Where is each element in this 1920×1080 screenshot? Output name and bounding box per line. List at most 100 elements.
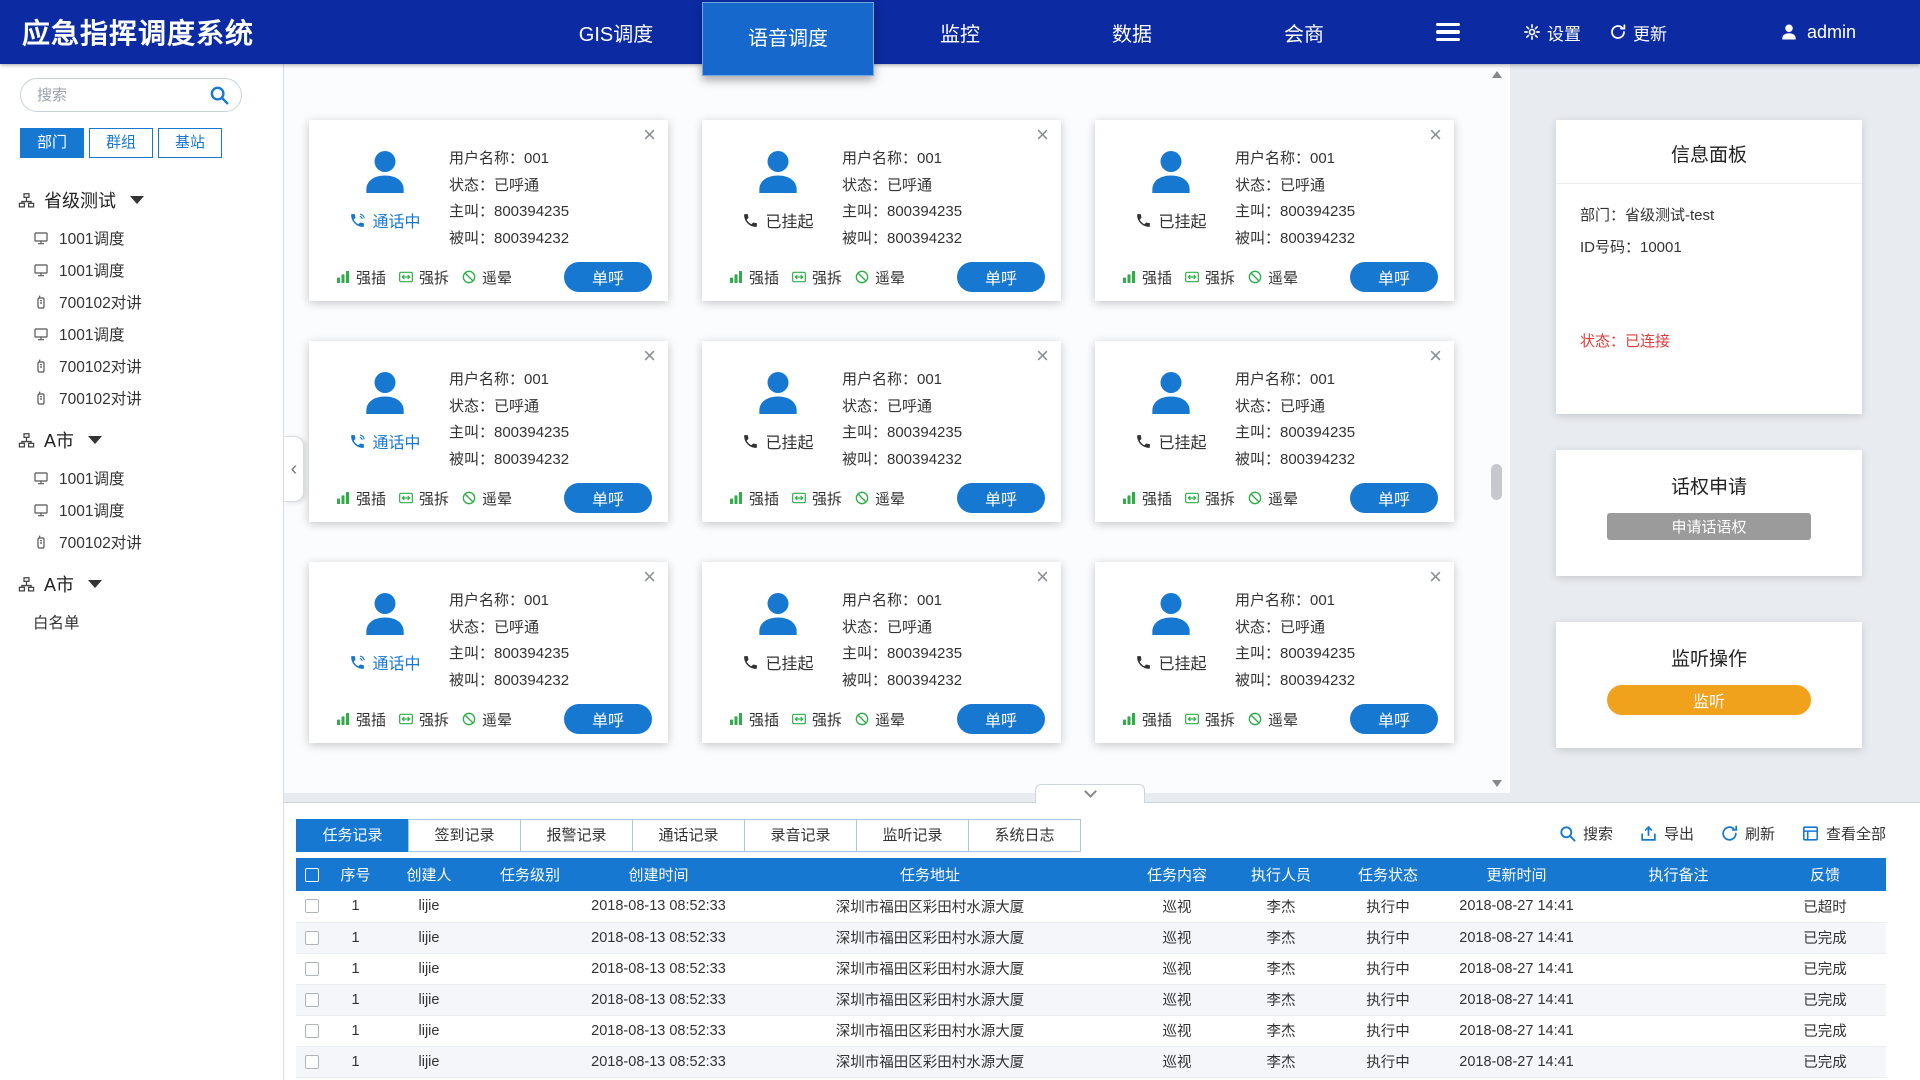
cell-feedback[interactable]: 已完成 (1764, 1015, 1886, 1046)
force-insert-button[interactable]: 强插 (728, 488, 779, 509)
nav-monitor[interactable]: 监控 (874, 18, 1046, 47)
tab-alarm-record[interactable]: 报警记录 (520, 819, 633, 852)
force-insert-button[interactable]: 强插 (335, 488, 386, 509)
cell-feedback[interactable]: 已完成 (1764, 984, 1886, 1015)
monitor-button[interactable]: 监听 (1607, 685, 1811, 715)
export-button[interactable]: 导出 (1639, 823, 1694, 844)
nav-voice[interactable]: 语音调度 (702, 2, 874, 76)
tree-item[interactable]: 1001调度 (0, 254, 283, 286)
single-call-button[interactable]: 单呼 (957, 483, 1045, 513)
tree-group-header[interactable]: A市 (0, 418, 283, 462)
row-checkbox[interactable] (305, 899, 319, 913)
force-insert-button[interactable]: 强插 (1121, 267, 1172, 288)
row-checkbox[interactable] (305, 1055, 319, 1069)
apply-talk-permission-button[interactable]: 申请话语权 (1607, 513, 1811, 540)
tab-recording-record[interactable]: 录音记录 (744, 819, 857, 852)
tab-station[interactable]: 基站 (158, 128, 222, 158)
search-button[interactable]: 搜索 (1558, 823, 1613, 844)
update-button[interactable]: 更新 (1609, 20, 1667, 45)
cell-feedback[interactable]: 已超时 (1764, 891, 1886, 922)
cell-feedback[interactable]: 已完成 (1764, 953, 1886, 984)
close-icon[interactable]: × (643, 345, 656, 367)
scroll-up-icon[interactable] (1489, 66, 1504, 82)
close-icon[interactable]: × (1036, 124, 1049, 146)
remote-stun-button[interactable]: 遥晕 (1247, 267, 1298, 288)
select-all-checkbox[interactable] (305, 868, 319, 882)
force-insert-button[interactable]: 强插 (728, 709, 779, 730)
force-insert-button[interactable]: 强插 (335, 709, 386, 730)
remote-stun-button[interactable]: 遥晕 (854, 488, 905, 509)
tree-item[interactable]: 1001调度 (0, 318, 283, 350)
force-insert-button[interactable]: 强插 (335, 267, 386, 288)
nav-gis[interactable]: GIS调度 (530, 18, 702, 47)
settings-button[interactable]: 设置 (1523, 20, 1581, 45)
refresh-button[interactable]: 刷新 (1720, 823, 1775, 844)
close-icon[interactable]: × (1036, 345, 1049, 367)
cell-feedback[interactable]: 已完成 (1764, 1046, 1886, 1077)
caret-down-icon[interactable] (88, 580, 102, 588)
row-checkbox[interactable] (305, 1024, 319, 1038)
tab-group[interactable]: 群组 (89, 128, 153, 158)
force-release-button[interactable]: 强拆 (1184, 709, 1235, 730)
single-call-button[interactable]: 单呼 (957, 262, 1045, 292)
force-insert-button[interactable]: 强插 (728, 267, 779, 288)
remote-stun-button[interactable]: 遥晕 (854, 709, 905, 730)
force-release-button[interactable]: 强拆 (1184, 488, 1235, 509)
close-icon[interactable]: × (1429, 566, 1442, 588)
tab-system-log[interactable]: 系统日志 (968, 819, 1081, 852)
nav-data[interactable]: 数据 (1046, 18, 1218, 47)
tree-item[interactable]: 700102对讲 (0, 350, 283, 382)
scroll-down-icon[interactable] (1489, 775, 1504, 791)
remote-stun-button[interactable]: 遥晕 (854, 267, 905, 288)
tree-item[interactable]: 700102对讲 (0, 526, 283, 558)
force-insert-button[interactable]: 强插 (1121, 709, 1172, 730)
tree-item[interactable]: 700102对讲 (0, 382, 283, 414)
close-icon[interactable]: × (643, 124, 656, 146)
force-release-button[interactable]: 强拆 (398, 267, 449, 288)
single-call-button[interactable]: 单呼 (1350, 483, 1438, 513)
row-checkbox[interactable] (305, 993, 319, 1007)
tree-item[interactable]: 1001调度 (0, 222, 283, 254)
force-release-button[interactable]: 强拆 (1184, 267, 1235, 288)
remote-stun-button[interactable]: 遥晕 (461, 709, 512, 730)
caret-down-icon[interactable] (130, 196, 144, 204)
close-icon[interactable]: × (643, 566, 656, 588)
remote-stun-button[interactable]: 遥晕 (461, 267, 512, 288)
force-release-button[interactable]: 强拆 (791, 488, 842, 509)
single-call-button[interactable]: 单呼 (564, 262, 652, 292)
tree-group-header[interactable]: 省级测试 (0, 178, 283, 222)
user-menu[interactable]: admin (1779, 22, 1856, 43)
single-call-button[interactable]: 单呼 (564, 483, 652, 513)
force-release-button[interactable]: 强拆 (791, 709, 842, 730)
tab-call-record[interactable]: 通话记录 (632, 819, 745, 852)
close-icon[interactable]: × (1036, 566, 1049, 588)
menu-icon[interactable] (1436, 23, 1460, 42)
tab-department[interactable]: 部门 (20, 128, 84, 158)
force-release-button[interactable]: 强拆 (398, 488, 449, 509)
tab-task-record[interactable]: 任务记录 (296, 819, 409, 852)
tree-item[interactable]: 1001调度 (0, 462, 283, 494)
close-icon[interactable]: × (1429, 345, 1442, 367)
force-release-button[interactable]: 强拆 (791, 267, 842, 288)
close-icon[interactable]: × (1429, 124, 1442, 146)
view-all-button[interactable]: 查看全部 (1801, 823, 1886, 844)
single-call-button[interactable]: 单呼 (957, 704, 1045, 734)
tree-item[interactable]: 1001调度 (0, 494, 283, 526)
tab-checkin-record[interactable]: 签到记录 (408, 819, 521, 852)
nav-conference[interactable]: 会商 (1218, 18, 1390, 47)
panel-collapse-tab[interactable] (1035, 784, 1145, 803)
scrollbar-thumb[interactable] (1491, 464, 1502, 500)
single-call-button[interactable]: 单呼 (1350, 262, 1438, 292)
remote-stun-button[interactable]: 遥晕 (461, 488, 512, 509)
tree-group-header[interactable]: A市 (0, 562, 283, 606)
search-icon[interactable] (208, 84, 230, 106)
single-call-button[interactable]: 单呼 (1350, 704, 1438, 734)
remote-stun-button[interactable]: 遥晕 (1247, 709, 1298, 730)
tree-item[interactable]: 700102对讲 (0, 286, 283, 318)
force-insert-button[interactable]: 强插 (1121, 488, 1172, 509)
row-checkbox[interactable] (305, 931, 319, 945)
cell-feedback[interactable]: 已完成 (1764, 922, 1886, 953)
tab-monitor-record[interactable]: 监听记录 (856, 819, 969, 852)
sidebar-collapse-handle[interactable]: ‹ (284, 436, 304, 502)
tree-item[interactable]: 白名单 (0, 606, 283, 638)
